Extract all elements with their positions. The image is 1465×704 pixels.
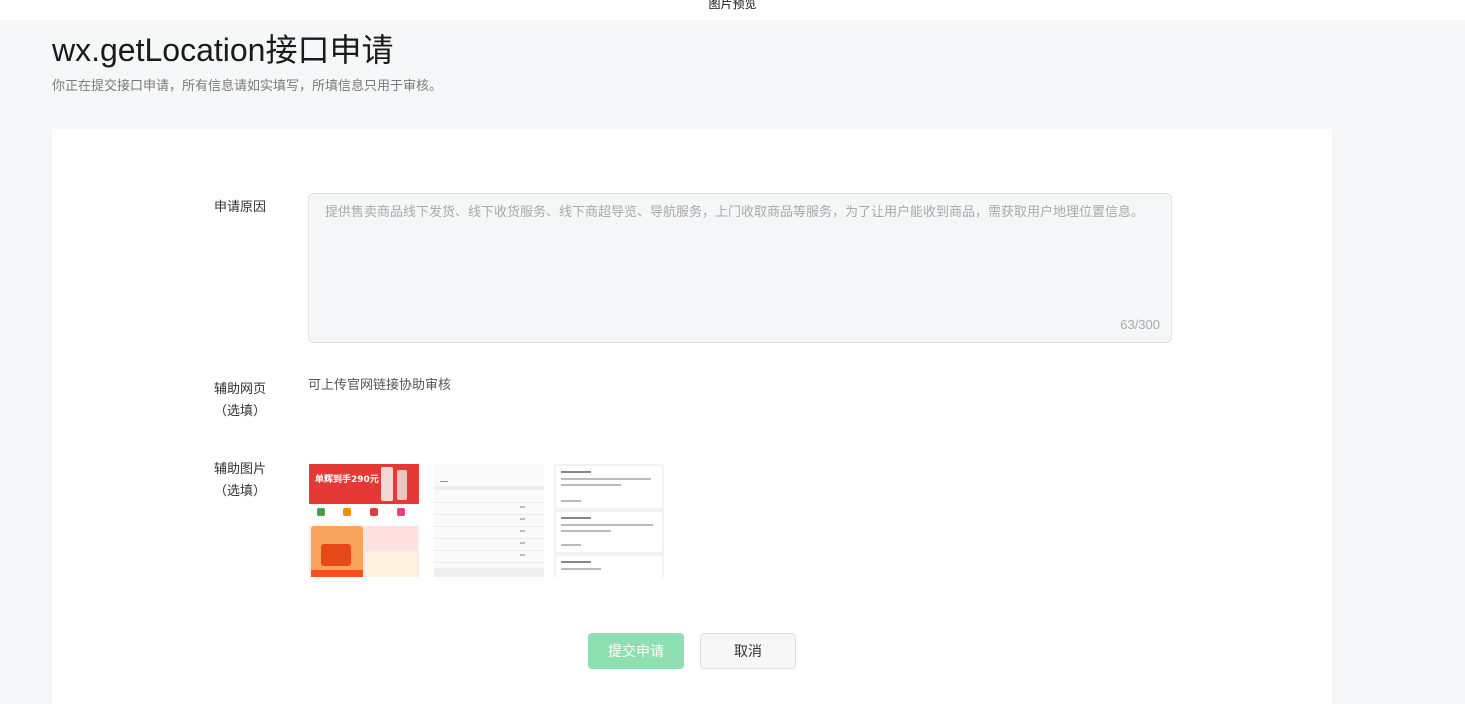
submit-button[interactable]: 提交申请 (588, 633, 684, 669)
web-label: 辅助网页 （选填） (180, 379, 300, 423)
thumbnail-address-list[interactable] (554, 464, 664, 577)
thumbnail-list[interactable] (434, 464, 544, 577)
reason-label: 申请原因 (180, 197, 300, 219)
images-label-line2: （选填） (213, 484, 266, 499)
web-label-line1: 辅助网页 (213, 382, 266, 397)
reason-text: 提供售卖商品线下发货、线下收货服务、线下商超导览、导航服务，上门收取商品等服务，… (325, 205, 1145, 220)
image-preview-bar: 图片预览 (0, 0, 1465, 20)
thumbnail-shop-app[interactable]: 单辉到手290元 (309, 464, 419, 577)
page-subtitle: 你正在提交接口申请，所有信息请如实填写，所填信息只用于审核。 (52, 79, 443, 94)
images-label-line1: 辅助图片 (213, 462, 266, 477)
web-upload-hint[interactable]: 可上传官网链接协助审核 (308, 376, 451, 396)
reason-textarea[interactable]: 提供售卖商品线下发货、线下收货服务、线下商超导览、导航服务，上门收取商品等服务，… (308, 193, 1172, 343)
application-form-card: 申请原因 提供售卖商品线下发货、线下收货服务、线下商超导览、导航服务，上门收取商… (52, 129, 1332, 704)
images-label: 辅助图片 （选填） (180, 459, 300, 503)
thumbnail-banner-text: 单辉到手290元 (315, 475, 379, 485)
image-preview-title: 图片预览 (708, 0, 757, 11)
page-title: wx.getLocation接口申请 (52, 32, 394, 68)
cancel-button[interactable]: 取消 (700, 633, 796, 669)
reason-char-counter: 63/300 (1120, 317, 1160, 332)
reason-label-text: 申请原因 (213, 200, 266, 215)
web-label-line2: （选填） (213, 404, 266, 419)
